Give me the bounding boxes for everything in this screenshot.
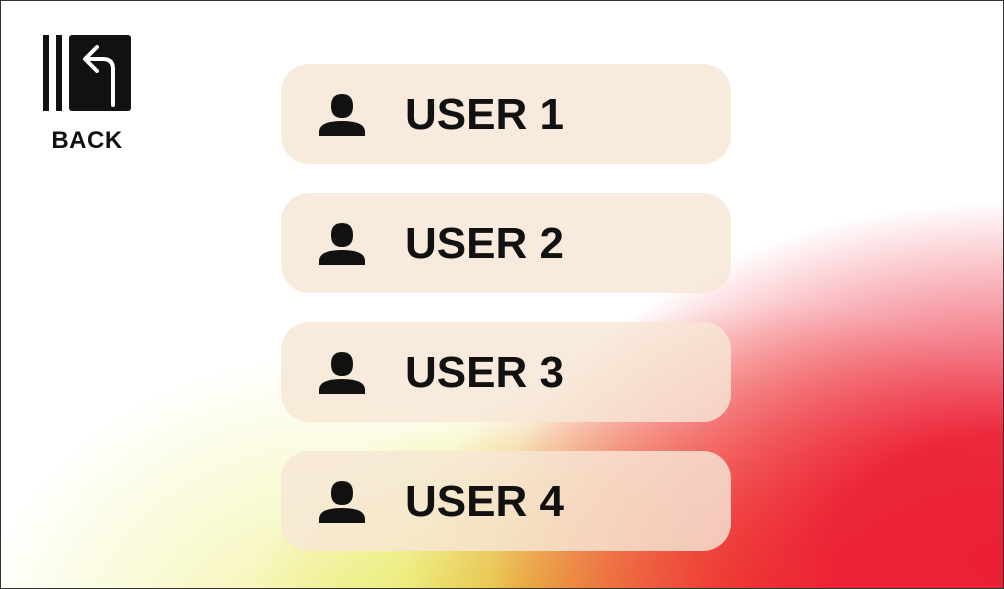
user-list: USER 1 USER 2 USER 3 USER 4: [281, 64, 731, 580]
user-icon: [319, 94, 365, 136]
user-label: USER 2: [405, 219, 564, 268]
user-icon: [319, 481, 365, 523]
user-button-4[interactable]: USER 4: [281, 451, 731, 551]
back-button[interactable]: BACK: [41, 33, 133, 157]
user-icon: [319, 223, 365, 265]
user-label: USER 3: [405, 348, 564, 397]
back-arrow-icon: [43, 35, 131, 111]
back-label: BACK: [51, 127, 123, 154]
user-button-2[interactable]: USER 2: [281, 193, 731, 293]
screen: BACK USER 1 USER 2 USER 3 USER 4: [0, 0, 1004, 589]
user-label: USER 4: [405, 477, 564, 526]
user-icon: [319, 352, 365, 394]
user-label: USER 1: [405, 90, 564, 139]
user-button-1[interactable]: USER 1: [281, 64, 731, 164]
user-button-3[interactable]: USER 3: [281, 322, 731, 422]
